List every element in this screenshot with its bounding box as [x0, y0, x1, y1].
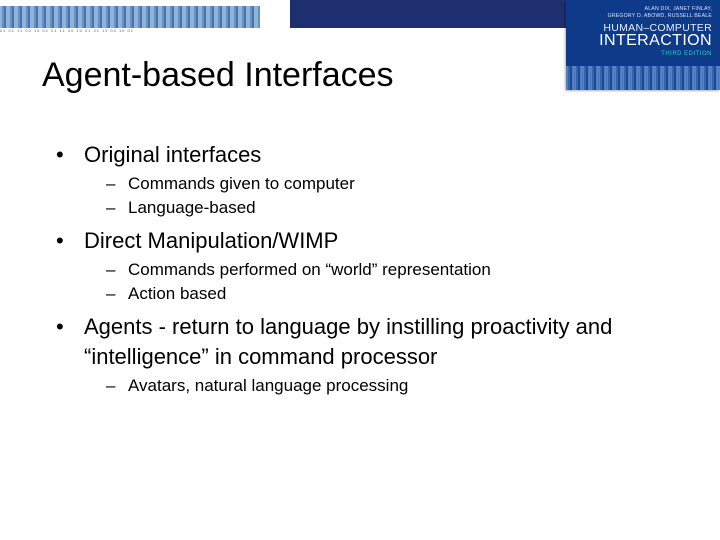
- book-edition: THIRD EDITION: [574, 51, 712, 57]
- sub-bullet-item: Avatars, natural language processing: [106, 374, 666, 398]
- sub-bullet-item: Language-based: [106, 196, 666, 220]
- book-cover-pattern: [566, 66, 720, 90]
- sub-bullet-item: Action based: [106, 282, 666, 306]
- slide-title: Agent-based Interfaces: [42, 56, 394, 95]
- book-authors-line1: ALAN DIX, JANET FINLAY,: [574, 6, 712, 13]
- header-binary-text: 01 01 11 00 10 01 01 11 00 10 01 01 11 0…: [0, 28, 260, 32]
- bullet-text: Agents - return to language by instillin…: [84, 314, 612, 369]
- bullet-item: Agents - return to language by instillin…: [56, 312, 666, 398]
- book-cover: ALAN DIX, JANET FINLAY, GREGORY D. ABOWD…: [566, 0, 720, 90]
- bullet-text: Original interfaces: [84, 142, 261, 167]
- slide-content: Original interfaces Commands given to co…: [56, 140, 666, 404]
- sub-bullet-item: Commands performed on “world” representa…: [106, 258, 666, 282]
- sub-bullet-item: Commands given to computer: [106, 172, 666, 196]
- bullet-item: Original interfaces Commands given to co…: [56, 140, 666, 220]
- bullet-item: Direct Manipulation/WIMP Commands perfor…: [56, 226, 666, 306]
- book-authors-line2: GREGORY D. ABOWD, RUSSELL BEALE: [574, 13, 712, 20]
- book-title-line2: INTERACTION: [574, 32, 712, 50]
- slide: 01 01 11 00 10 01 01 11 00 10 01 01 11 0…: [0, 0, 720, 540]
- header-pattern: [0, 6, 260, 28]
- bullet-text: Direct Manipulation/WIMP: [84, 228, 338, 253]
